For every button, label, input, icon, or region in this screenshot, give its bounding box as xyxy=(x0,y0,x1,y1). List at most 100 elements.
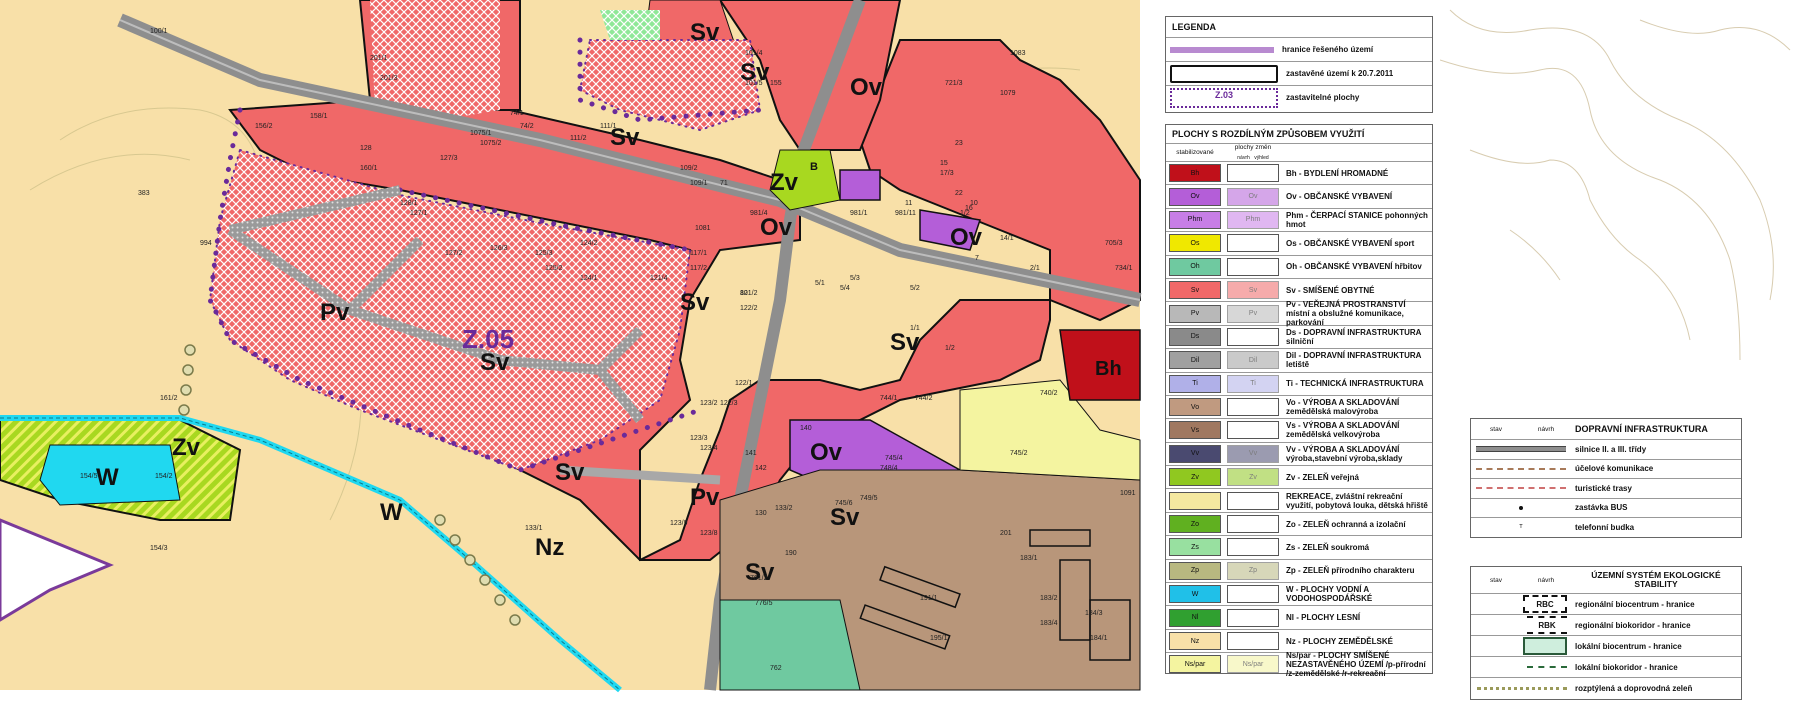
ecology-label: lokální biocentrum - hranice xyxy=(1575,641,1682,651)
land-use-swatch-change: Zp xyxy=(1227,561,1279,580)
transport-item: ᵀ telefonní budka xyxy=(1471,517,1741,537)
land-use-swatch: Dil xyxy=(1169,351,1221,370)
land-use-item: W W - PLOCHY VODNÍ A VODOHOSPODÁŘSKÉ xyxy=(1166,582,1432,605)
parcel-number: 10 xyxy=(970,200,978,207)
parcel-number: 1083 xyxy=(1010,50,1026,57)
land-use-swatch-change xyxy=(1227,608,1279,627)
land-use-label: Zs - ZELEŇ soukromá xyxy=(1286,542,1370,552)
land-use-item: Phm Phm Phm - ČERPACÍ STANICE pohonných hm… xyxy=(1166,207,1432,231)
parcel-number: 201/3 xyxy=(380,75,398,82)
parcel-number: 127/3 xyxy=(440,155,458,162)
transport-symbol: ᵀ xyxy=(1519,522,1523,532)
land-use-swatch: Vv xyxy=(1169,444,1221,463)
land-use-swatch-change xyxy=(1227,327,1279,346)
land-use-swatch: Oh xyxy=(1169,257,1221,276)
parcel-number: 744/2 xyxy=(915,395,933,402)
land-use-item: Ns/par Ns/par Ns/par - PLOCHY SMÍŠENÉ NEZA… xyxy=(1166,650,1432,678)
parcel-number: 100/1 xyxy=(150,28,168,35)
parcel-number: 160/1 xyxy=(360,165,378,172)
parcel-number: 125/3 xyxy=(535,250,553,257)
land-use-item: Dil Dil Dil - DOPRAVNÍ INFRASTRUKTURA leti… xyxy=(1166,348,1432,371)
parcel-number: 123/2 xyxy=(700,400,718,407)
land-use-items: Bh Bh - BYDLENÍ HROMADNÉ Ov Ov Ov - OBČANSKÉ… xyxy=(1166,161,1432,678)
parcel-number: 154/5 xyxy=(80,473,98,480)
parcel-number: 121/4 xyxy=(650,275,668,282)
buildable-symbol: Z.03 xyxy=(1170,87,1278,108)
parcel-number: 126/3 xyxy=(490,245,508,252)
parcel-number: 745/2 xyxy=(1010,450,1028,457)
parcel-number: 201 xyxy=(1000,530,1012,537)
parcel-number: 111/2 xyxy=(570,135,587,142)
parcel-number: 184/1 xyxy=(1090,635,1108,642)
svg-text:Bh: Bh xyxy=(1095,358,1122,380)
svg-text:Ov: Ov xyxy=(810,439,843,466)
parcel-number: 748/4 xyxy=(880,465,898,472)
parcel-number: 2/1 xyxy=(1030,265,1040,272)
parcel-number: 142 xyxy=(755,465,767,472)
parcel-number: 183/4 xyxy=(1040,620,1058,627)
svg-text:B: B xyxy=(810,161,818,173)
parcel-number: 123/9 xyxy=(670,520,688,527)
parcel-number: 154/3 xyxy=(150,545,168,552)
parcel-number: 122/3 xyxy=(720,400,738,407)
land-use-swatch-change xyxy=(1227,257,1279,276)
parcel-number: 11 xyxy=(905,200,912,207)
parcel-number: 124/1 xyxy=(580,275,598,282)
land-use-label: Vo - VÝROBA A SKLADOVÁNÍ zemědělská malo… xyxy=(1286,398,1400,417)
parcel-number: 14/1 xyxy=(1000,235,1014,242)
land-use-item: Nl Nl - PLOCHY LESNÍ xyxy=(1166,605,1432,628)
land-use-item: Zo Zo - ZELEŇ ochranná a izolační xyxy=(1166,511,1432,535)
parcel-number: 122/1 xyxy=(735,380,753,387)
transport-legend-title: DOPRAVNÍ INFRASTRUKTURA xyxy=(1575,423,1708,434)
land-use-swatch-change xyxy=(1227,632,1279,650)
parcel-number: 721/3 xyxy=(945,80,963,87)
svg-text:Zv: Zv xyxy=(770,169,799,196)
transport-legend: stav návrh DOPRAVNÍ INFRASTRUKTURA silni… xyxy=(1470,418,1742,538)
transport-label: účelové komunikace xyxy=(1575,464,1654,474)
land-use-item: Ov Ov Ov - OBČANSKÉ VYBAVENÍ xyxy=(1166,184,1432,207)
built-area-symbol xyxy=(1170,64,1278,83)
parcel-number: 190 xyxy=(785,550,797,557)
land-use-item: Oh Oh - OBČANSKÉ VYBAVENÍ hřbitov xyxy=(1166,254,1432,278)
transport-item: turistické trasy xyxy=(1471,478,1741,498)
parcel-number: 101/4 xyxy=(745,50,763,57)
parcel-number: 745/4 xyxy=(885,455,903,462)
land-use-label: W - PLOCHY VODNÍ A VODOHOSPODÁŘSKÉ xyxy=(1286,585,1373,604)
land-use-swatch xyxy=(1169,491,1221,510)
land-use-legend-title: PLOCHY S ROZDÍLNÝM ZPŮSOBEM VYUŽITÍ xyxy=(1172,129,1365,139)
parcel-number: 1081 xyxy=(695,225,711,232)
svg-text:Sv: Sv xyxy=(690,19,720,46)
parcel-number: 745/6 xyxy=(835,500,853,507)
cemetery-area[interactable] xyxy=(719,599,861,691)
svg-text:Sv: Sv xyxy=(555,459,585,486)
land-use-swatch: Sv xyxy=(1169,281,1221,300)
parcel-number: 981/4 xyxy=(750,210,768,217)
parcel-number: 156/2 xyxy=(255,123,273,130)
land-use-label: Sv - SMÍŠENÉ OBYTNÉ xyxy=(1286,285,1375,295)
transport-item: silnice II. a III. třídy xyxy=(1471,439,1741,459)
land-use-label: Ns/par - PLOCHY SMÍŠENÉ NEZASTAVĚNÉHO ÚZ… xyxy=(1286,650,1426,678)
land-use-label: Ds - DOPRAVNÍ INFRASTRUKTURA silniční xyxy=(1286,327,1422,346)
land-use-swatch-change: Ti xyxy=(1227,374,1279,393)
land-use-swatch: Vo xyxy=(1169,398,1221,417)
land-use-swatch-change xyxy=(1227,491,1279,510)
transport-symbol xyxy=(1471,446,1571,453)
parcel-number: 141 xyxy=(745,450,757,457)
land-use-item: Zv Zv Zv - ZELEŇ veřejná xyxy=(1166,465,1432,488)
parcel-number: 123/3 xyxy=(690,435,708,442)
svg-text:Ov: Ov xyxy=(760,214,793,241)
land-use-item: Vv Vv Vv - VÝROBA A SKLADOVÁNÍ výroba,stav… xyxy=(1166,441,1432,465)
land-use-label: Zo - ZELEŇ ochranná a izolační xyxy=(1286,519,1406,529)
land-use-item: Pv Pv Pv - VEŘEJNÁ PROSTRANSTVÍ místní a o… xyxy=(1166,300,1432,327)
svg-text:Ov: Ov xyxy=(850,74,883,101)
parcel-number: 7 xyxy=(975,255,979,262)
parcel-number: 5/1 xyxy=(815,280,825,287)
ecology-legend-title: ÚZEMNÍ SYSTÉM EKOLOGICKÉ STABILITY xyxy=(1591,570,1721,589)
parcel-number: 130 xyxy=(755,510,767,517)
land-use-label: Nz - PLOCHY ZEMĚDĚLSKÉ xyxy=(1286,636,1393,646)
parcel-number: 705/3 xyxy=(1105,240,1123,247)
parcel-number: 74/2 xyxy=(520,123,534,130)
ecology-item: RBC regionální biocentrum - hranice xyxy=(1471,593,1741,614)
land-use-item: Vo Vo - VÝROBA A SKLADOVÁNÍ zemědělská ma… xyxy=(1166,394,1432,418)
land-use-swatch-change: Ov xyxy=(1227,187,1279,206)
